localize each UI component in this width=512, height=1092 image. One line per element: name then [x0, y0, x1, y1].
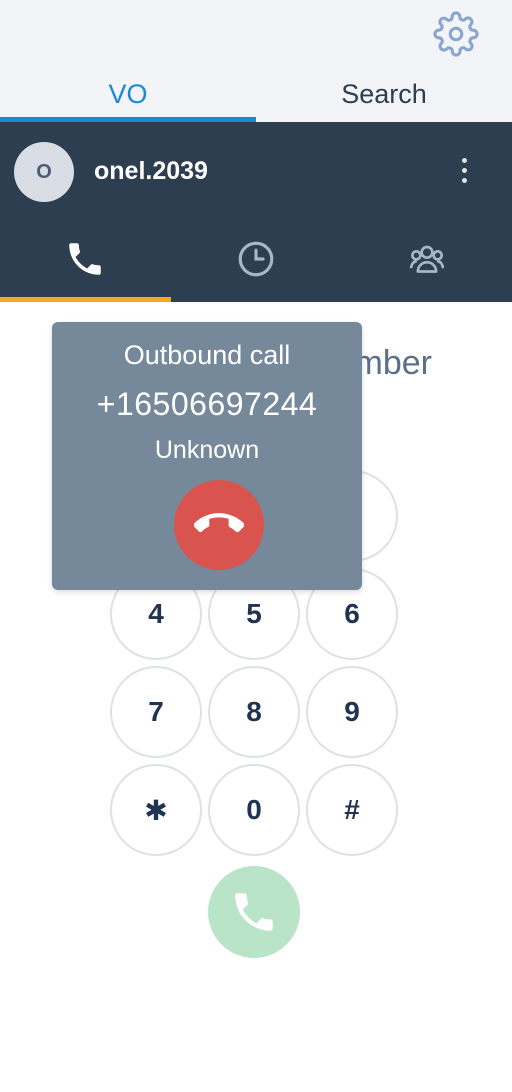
kebab-dot: [461, 167, 467, 173]
kebab-menu-icon: [461, 157, 467, 163]
key-9[interactable]: 9: [306, 666, 398, 758]
gear-icon: [433, 11, 479, 57]
call-status-title: Outbound call: [123, 340, 291, 370]
clock-icon: [238, 241, 274, 277]
hangup-button[interactable]: [174, 480, 264, 570]
key-0[interactable]: 0: [208, 764, 300, 856]
tab-vo[interactable]: VO: [0, 72, 256, 122]
account-header: O onel.2039: [0, 122, 512, 302]
main-tabs: VO Search: [0, 72, 512, 122]
subtab-dialpad[interactable]: [0, 222, 171, 302]
subtab-contacts[interactable]: [341, 222, 512, 302]
dialer-subtabs: [0, 222, 512, 302]
contacts-icon: [409, 245, 444, 273]
hangup-icon: [194, 513, 244, 533]
key-star[interactable]: ✱: [110, 764, 202, 856]
tab-search[interactable]: Search: [256, 72, 512, 122]
settings-button[interactable]: [432, 10, 480, 58]
top-bar: VO Search: [0, 0, 512, 122]
key-hash[interactable]: #: [306, 764, 398, 856]
phone-icon: [235, 893, 273, 931]
avatar[interactable]: O: [14, 142, 74, 202]
outbound-call-popup: Outbound call +16506697244 Unknown: [52, 322, 362, 590]
subtab-history[interactable]: [171, 222, 342, 302]
more-menu-button[interactable]: [448, 150, 480, 190]
caller-name: Unknown: [154, 436, 260, 464]
kebab-dot: [461, 177, 467, 183]
username: onel.2039: [94, 157, 208, 185]
key-8[interactable]: 8: [208, 666, 300, 758]
call-number: +16506697244: [96, 386, 318, 422]
key-7[interactable]: 7: [110, 666, 202, 758]
phone-icon: [69, 243, 102, 275]
call-button[interactable]: [208, 866, 300, 958]
